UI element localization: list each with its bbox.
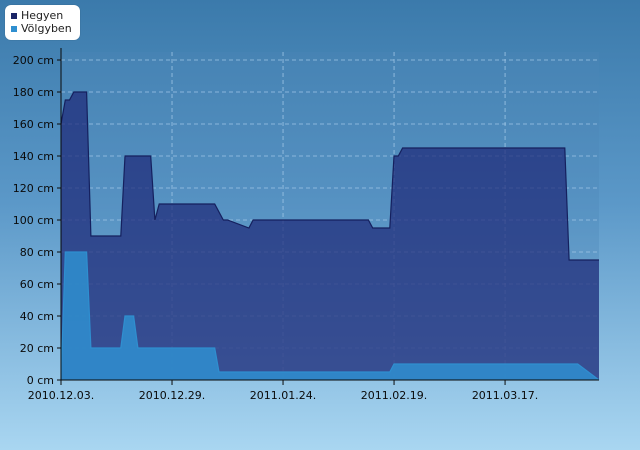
y-tick-label-10: 200 cm [13, 54, 54, 67]
y-tick-label-8: 160 cm [13, 118, 54, 131]
legend-label-0: Hegyen [21, 9, 64, 22]
y-tick-label-2: 40 cm [20, 310, 54, 323]
y-tick-label-5: 100 cm [13, 214, 54, 227]
x-tick-label-0: 2010.12.03. [28, 389, 94, 402]
y-tick-label-3: 60 cm [20, 278, 54, 291]
chart-root: 0 cm 20 cm 40 cm 60 cm 80 cm 100 cm 120 cm 140 … [0, 0, 640, 450]
y-tick-label-6: 120 cm [13, 182, 54, 195]
x-tick-label-4: 2011.03.17. [472, 389, 538, 402]
y-tick-label-9: 180 cm [13, 86, 54, 99]
x-tick-label-1: 2010.12.29. [139, 389, 205, 402]
y-tick-label-4: 80 cm [20, 246, 54, 259]
area-chart: 0 cm 20 cm 40 cm 60 cm 80 cm 100 cm 120 cm 140 … [13, 48, 600, 402]
x-tick-label-3: 2011.02.19. [361, 389, 427, 402]
legend-label-1: Völgyben [21, 22, 72, 35]
legend: Hegyen Völgyben [5, 5, 80, 40]
legend-item-0: Hegyen [11, 9, 72, 22]
legend-swatch-1 [11, 25, 17, 32]
y-tick-label-1: 20 cm [20, 342, 54, 355]
legend-swatch-0 [11, 12, 17, 19]
x-tick-label-2: 2011.01.24. [250, 389, 316, 402]
y-tick-label-7: 140 cm [13, 150, 54, 163]
y-tick-label-0: 0 cm [27, 374, 54, 387]
legend-item-1: Völgyben [11, 22, 72, 35]
